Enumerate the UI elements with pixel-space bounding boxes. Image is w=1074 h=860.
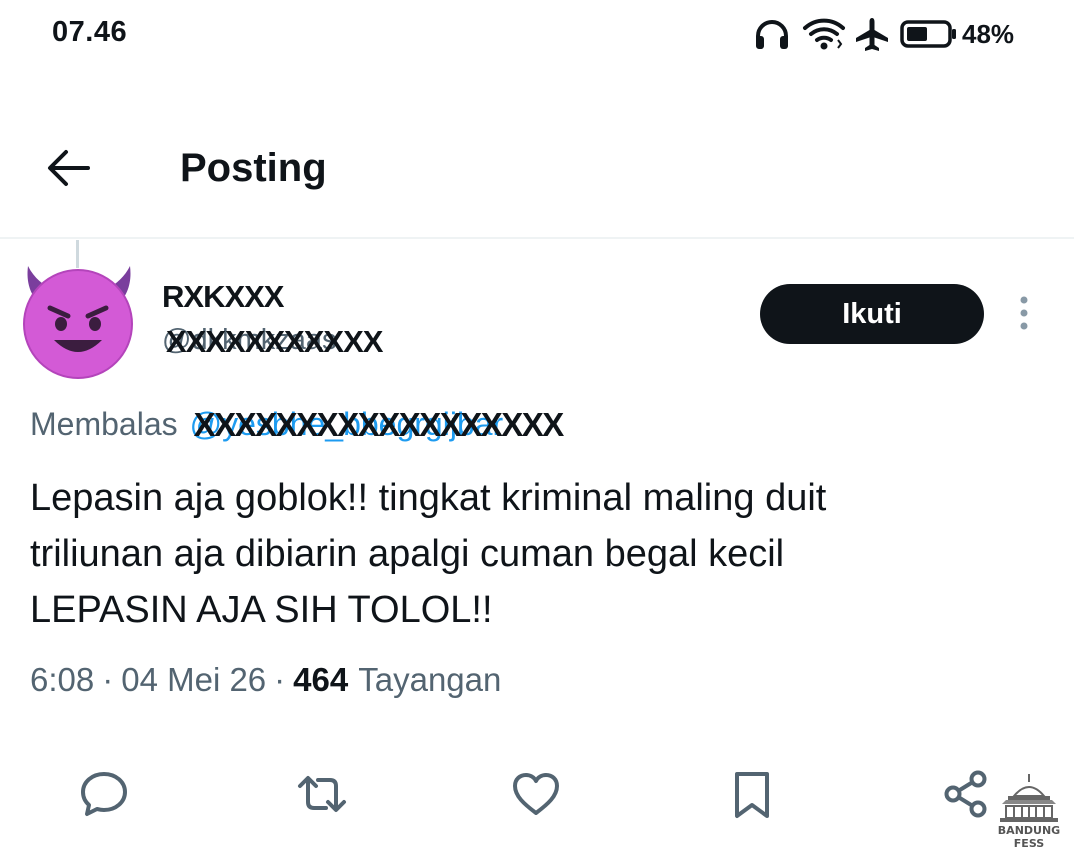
watermark-logo: BANDUNG FESS xyxy=(994,772,1064,852)
views-label[interactable]: Tayangan xyxy=(358,661,501,699)
airplane-icon xyxy=(854,16,890,52)
replying-label: Membalas xyxy=(30,405,178,442)
status-time: 07.46 xyxy=(52,16,128,48)
watermark-line-2: FESS xyxy=(1013,837,1045,850)
status-icons: 48% xyxy=(752,14,1014,54)
watermark-line-1: BANDUNG xyxy=(997,824,1061,837)
bookmark-icon[interactable] xyxy=(726,768,778,820)
post-time[interactable]: 6:08 xyxy=(30,661,94,699)
meta-separator: · xyxy=(274,661,286,698)
wifi-icon xyxy=(802,16,846,52)
replying-handle-redaction: XXXXXXXXXXXXXXXXXX xyxy=(193,406,565,443)
back-arrow-icon[interactable] xyxy=(44,144,92,192)
post-date[interactable]: 04 Mei 26 xyxy=(121,661,266,699)
replying-to: Membalas @yesbhe_bbegrgijbar XXXXXXXXXXX… xyxy=(30,402,564,446)
views-count[interactable]: 464 xyxy=(293,661,348,699)
avatar[interactable] xyxy=(12,260,146,380)
more-options-icon[interactable] xyxy=(1012,294,1036,334)
headphones-icon xyxy=(752,16,792,52)
like-icon[interactable] xyxy=(510,768,562,820)
author-display-name[interactable]: RXKXXX xyxy=(162,279,284,315)
meta-separator: · xyxy=(102,661,114,698)
repost-icon[interactable] xyxy=(296,768,348,820)
author-handle-redaction: XXXXXXXXXXX xyxy=(166,324,383,359)
battery-percent: 48% xyxy=(962,18,1015,49)
share-icon[interactable] xyxy=(940,768,992,820)
post-meta: 6:08 · 04 Mei 26 · 464 Tayangan xyxy=(30,656,501,704)
page-title: Posting xyxy=(180,146,327,190)
reply-icon[interactable] xyxy=(78,768,130,820)
post-text: Lepasin aja goblok!! tingkat kriminal ma… xyxy=(30,477,827,631)
header-divider xyxy=(0,237,1074,239)
follow-button[interactable]: Ikuti xyxy=(760,284,984,344)
battery-icon xyxy=(900,19,958,49)
